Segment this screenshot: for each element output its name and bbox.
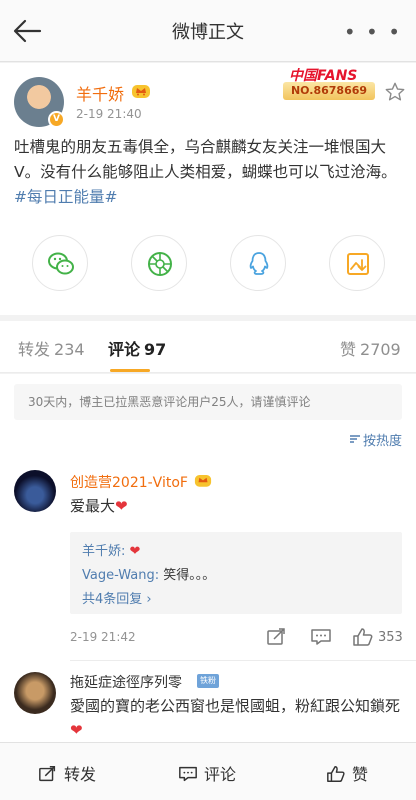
tab-repost-label: 转发	[18, 340, 51, 359]
sort-by-heat-button[interactable]: 按热度	[349, 430, 402, 449]
repost-icon[interactable]	[266, 628, 288, 646]
comment-list: 30天内，博主已拉黑恶意评论用户25人，请谨慎评论 按热度 创造营2021-Vi…	[0, 374, 416, 742]
bottom-repost-label: 转发	[64, 765, 97, 784]
tab-comment-count: 97	[144, 340, 167, 359]
more-icon[interactable]: • • •	[344, 20, 402, 44]
reply-item: 羊千娇: ❤	[82, 540, 140, 559]
share-row	[0, 235, 416, 291]
qq-icon	[249, 252, 269, 275]
post-tabs: 转发 234 评论 97 赞 2709	[0, 321, 416, 373]
share-wechat-button[interactable]	[32, 235, 88, 291]
like-thumb-icon	[327, 766, 345, 783]
reply-author[interactable]: Vage-Wang:	[82, 568, 159, 583]
heart-emoji: ❤	[129, 544, 141, 559]
comment-icon	[179, 766, 197, 782]
author-avatar[interactable]: V	[14, 77, 65, 128]
iron-fan-badge: 铁粉	[197, 674, 219, 688]
post-author-name[interactable]: 羊千娇	[76, 81, 124, 105]
more-replies-link[interactable]: 共4条回复 ›	[82, 588, 152, 607]
top-nav: 微博正文 • • •	[0, 0, 416, 62]
save-image-button[interactable]	[329, 235, 385, 291]
save-image-icon	[347, 253, 369, 275]
share-qq-button[interactable]	[230, 235, 286, 291]
bottom-comment-label: 评论	[204, 765, 237, 784]
commenter-name[interactable]: 创造营2021-VitoF	[70, 472, 188, 492]
heart-emoji: ❤	[115, 497, 128, 515]
tab-like[interactable]: 赞 2709	[340, 336, 401, 360]
bottom-repost-button[interactable]: 转发	[38, 761, 96, 785]
tab-comment-label: 评论	[108, 340, 141, 359]
commenter-name[interactable]: 拖延症途徑序列零	[70, 672, 182, 692]
reply-item: Vage-Wang: 笑得。。。	[82, 564, 215, 583]
vip-crown-icon	[132, 85, 150, 98]
comment-body: 愛國的寶的老公西窗也是恨國蛆，粉紅跟公知鎖死	[70, 697, 401, 715]
post-card: V 羊千娇 2-19 21:40 中国FANS NO.8678669 吐槽鬼的朋…	[0, 63, 416, 315]
post-body-text: 吐槽鬼的朋友五毒俱全，乌合麒麟女友关注一堆恨国大V。没有什么能够阻止人类相爱，蝴…	[14, 138, 397, 181]
comment-time: 2-19 21:42	[70, 630, 136, 644]
comment-body: 爱最大	[70, 497, 116, 515]
fans-badge-number: NO.8678669	[283, 82, 375, 100]
active-tab-indicator	[110, 369, 150, 372]
bottom-comment-button[interactable]: 评论	[178, 761, 236, 785]
sort-icon	[349, 435, 360, 443]
commenter-avatar[interactable]	[14, 672, 56, 714]
comment-text: 爱最大❤	[70, 494, 128, 518]
bottom-like-button[interactable]: 赞	[326, 761, 368, 785]
favorite-star-icon[interactable]	[384, 81, 406, 103]
comment-notice: 30天内，博主已拉黑恶意评论用户25人，请谨慎评论	[14, 384, 402, 420]
repost-icon	[39, 766, 56, 782]
tab-like-count: 2709	[360, 340, 401, 359]
moments-icon	[148, 252, 172, 276]
verified-badge-icon: V	[48, 111, 65, 128]
share-moments-button[interactable]	[131, 235, 187, 291]
weibo-detail-page: 微博正文 • • • V 羊千娇 2-19 21:40 中国FANS NO.86…	[0, 0, 416, 800]
like-thumb-icon[interactable]	[352, 628, 374, 646]
vip-crown-icon	[194, 475, 212, 487]
heart-emoji: ❤	[70, 721, 83, 739]
comment-like-count: 353	[378, 630, 403, 645]
tab-repost-count: 234	[54, 340, 85, 359]
post-time: 2-19 21:40	[76, 107, 142, 121]
comment-divider	[70, 660, 416, 661]
comment-icon[interactable]	[310, 628, 332, 646]
bottom-like-label: 赞	[352, 765, 369, 784]
tab-comment[interactable]: 评论 97	[108, 336, 166, 360]
sort-label: 按热度	[362, 434, 402, 449]
reply-author[interactable]: 羊千娇:	[82, 544, 125, 559]
bottom-action-bar: 转发 评论 赞	[0, 742, 416, 800]
comment-text: 愛國的寶的老公西窗也是恨國蛆，粉紅跟公知鎖死 ❤	[70, 694, 410, 742]
hashtag-link[interactable]: #每日正能量#	[14, 188, 117, 206]
reply-text: 笑得。。。	[163, 568, 216, 583]
commenter-avatar[interactable]	[14, 470, 56, 512]
wechat-icon	[48, 252, 74, 275]
china-fans-badge[interactable]: 中国FANS NO.8678669	[281, 63, 381, 103]
tab-like-label: 赞	[340, 340, 357, 359]
tab-repost[interactable]: 转发 234	[18, 336, 85, 360]
post-text: 吐槽鬼的朋友五毒俱全，乌合麒麟女友关注一堆恨国大V。没有什么能够阻止人类相爱，蝴…	[14, 135, 406, 210]
reply-box[interactable]: 羊千娇: ❤ Vage-Wang: 笑得。。。 共4条回复 ›	[70, 532, 402, 614]
